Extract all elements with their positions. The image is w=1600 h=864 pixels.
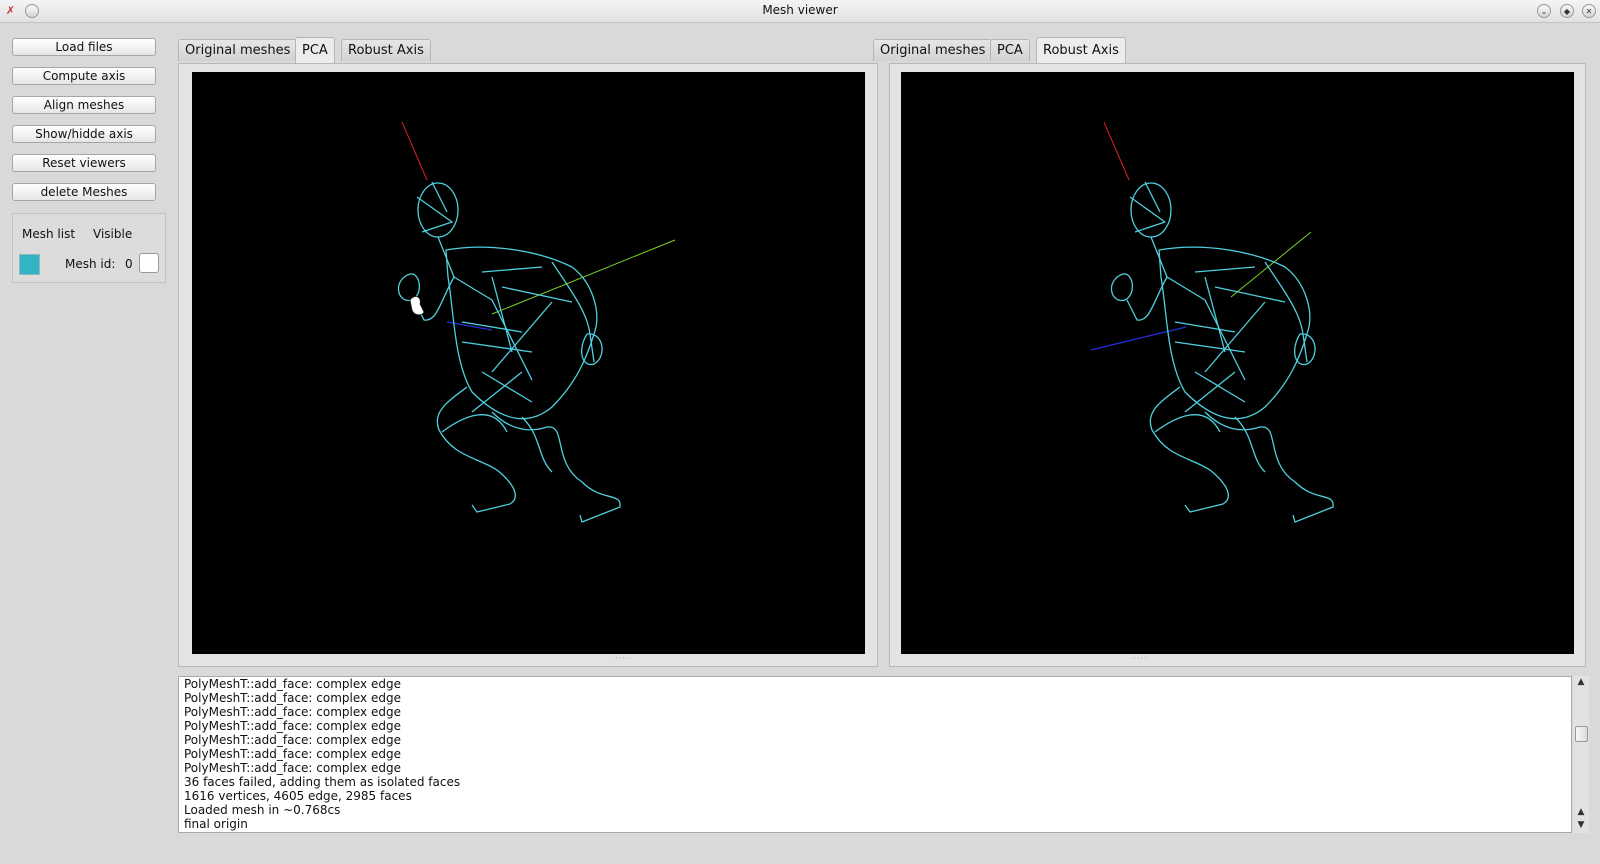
minimize-icon[interactable]: ⌄ <box>1537 4 1551 18</box>
scroll-thumb[interactable] <box>1575 726 1588 742</box>
scroll-down-icon[interactable]: ▼ <box>1575 819 1587 831</box>
mesh-list-header: Mesh list <box>22 227 76 241</box>
left-tab-original-meshes[interactable]: Original meshes <box>178 39 298 61</box>
left-3d-viewport[interactable] <box>192 72 865 654</box>
left-axis-x <box>401 121 428 181</box>
log-line: Loaded mesh in ~0.768cs <box>184 803 341 817</box>
right-axis-x <box>1103 121 1130 181</box>
log-line: PolyMeshT::add_face: complex edge <box>184 677 401 691</box>
log-line: PolyMeshT::add_face: complex edge <box>184 705 401 719</box>
log-line: PolyMeshT::add_face: complex edge <box>184 761 401 775</box>
log-console[interactable]: PolyMeshT::add_face: complex edge PolyMe… <box>178 676 1572 833</box>
log-line: PolyMeshT::add_face: complex edge <box>184 747 401 761</box>
right-viewer-pane <box>889 63 1586 667</box>
right-pane-splitter[interactable]: ····· <box>1130 654 1148 663</box>
right-runner-mesh <box>1110 181 1334 523</box>
maximize-icon[interactable]: ◆ <box>1560 4 1574 18</box>
log-line: 36 faces failed, adding them as isolated… <box>184 775 461 789</box>
right-tab-original-meshes[interactable]: Original meshes <box>873 39 993 61</box>
visible-header: Visible <box>93 227 133 241</box>
window-title: Mesh viewer <box>762 3 838 17</box>
delete-meshes-button[interactable]: delete Meshes <box>12 183 156 201</box>
right-tab-pca[interactable]: PCA <box>990 39 1030 61</box>
mesh-list-panel: Mesh list Visible Mesh id: 0 <box>12 213 166 283</box>
log-line: 1616 vertices, 4605 edge, 2985 faces <box>184 789 412 803</box>
log-line: PolyMeshT::add_face: complex edge <box>184 691 401 705</box>
left-mesh-render <box>397 121 676 523</box>
log-line: PolyMeshT::add_face: complex edge <box>184 719 401 733</box>
mesh-id-value: 0 <box>125 257 133 271</box>
compute-axis-button[interactable]: Compute axis <box>12 67 156 85</box>
load-files-button[interactable]: Load files <box>12 38 156 56</box>
close-icon[interactable]: ✕ <box>1582 4 1596 18</box>
left-pane-splitter[interactable]: ····· <box>615 654 633 663</box>
console-scrollbar[interactable]: ▲ ▲ ▼ <box>1573 676 1589 833</box>
left-tab-robust-axis[interactable]: Robust Axis <box>341 39 431 61</box>
left-runner-mesh <box>397 181 621 523</box>
right-mesh-render <box>1090 121 1334 523</box>
mesh-visible-checkbox[interactable] <box>139 253 159 273</box>
show-hide-axis-button[interactable]: Show/hidde axis <box>12 125 156 143</box>
right-axis-y <box>1230 231 1312 298</box>
mesh-id-label: Mesh id: <box>65 257 116 271</box>
log-line: final origin <box>184 817 248 831</box>
right-3d-viewport[interactable] <box>901 72 1574 654</box>
right-axis-z <box>1090 326 1187 351</box>
log-line: PolyMeshT::add_face: complex edge <box>184 733 401 747</box>
align-meshes-button[interactable]: Align meshes <box>12 96 156 114</box>
title-bar: ✗ Mesh viewer ⌄ ◆ ✕ <box>0 0 1600 23</box>
left-viewer-pane <box>178 63 878 667</box>
reset-viewers-button[interactable]: Reset viewers <box>12 154 156 172</box>
scroll-up-icon-2[interactable]: ▲ <box>1575 806 1587 818</box>
mesh-color-swatch[interactable] <box>19 254 40 275</box>
right-tab-robust-axis[interactable]: Robust Axis <box>1036 37 1126 63</box>
left-tab-pca[interactable]: PCA <box>295 37 335 63</box>
scroll-up-icon[interactable]: ▲ <box>1575 676 1587 688</box>
mouse-cursor-icon <box>409 296 425 316</box>
